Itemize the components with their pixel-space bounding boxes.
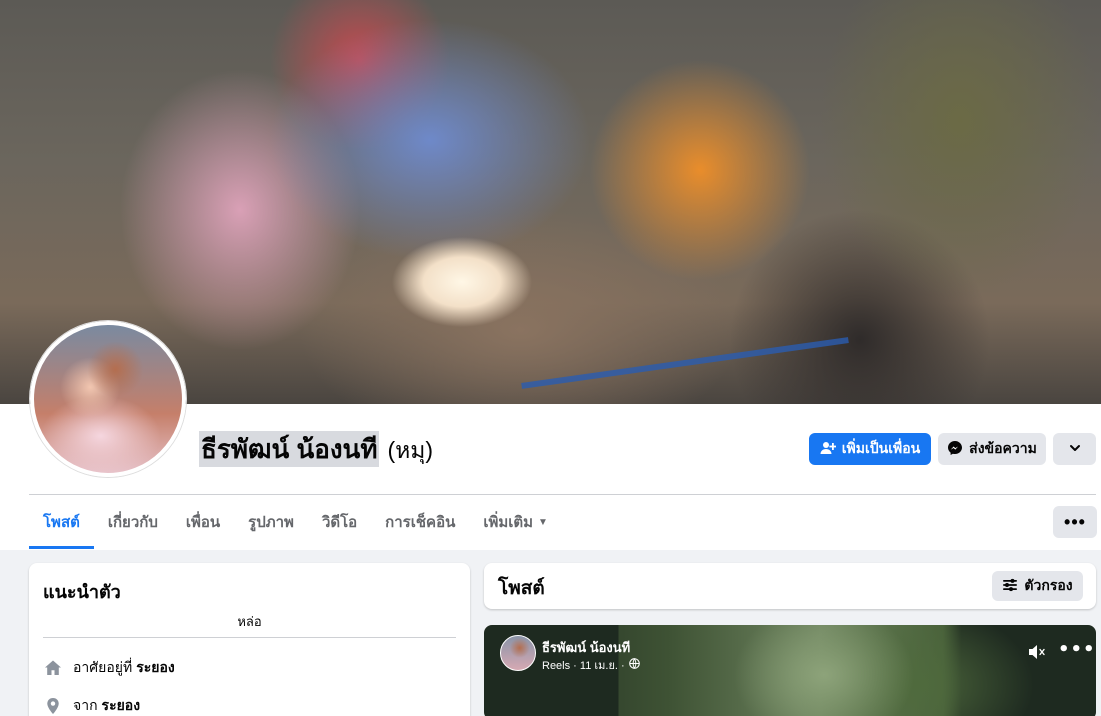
reel-post[interactable]: ธีรพัฒน์ น้องนที Reels · 11 เม.ย. · ••• <box>484 625 1096 716</box>
intro-card: แนะนำตัว หล่อ อาศัยอยู่ที่ ระยอง จาก ระย… <box>29 563 470 716</box>
intro-title: แนะนำตัว <box>43 582 121 602</box>
from-value[interactable]: ระยอง <box>102 695 141 716</box>
tab-checkins[interactable]: การเช็คอิน <box>371 495 469 549</box>
cover-detail <box>521 337 849 389</box>
filter-button[interactable]: ตัวกรอง <box>992 571 1083 601</box>
profile-name: ธีรพัฒน์ น้องนที <box>199 431 380 467</box>
location-pin-icon <box>43 696 63 716</box>
ellipsis-icon: ••• <box>1064 512 1086 532</box>
lives-in-prefix: อาศัยอยู่ที่ <box>73 659 133 675</box>
intro-divider <box>43 637 456 638</box>
from-row: จาก ระยอง <box>43 695 140 716</box>
tab-friends[interactable]: เพื่อน <box>172 495 234 549</box>
tab-about[interactable]: เกี่ยวกับ <box>94 495 172 549</box>
tab-label: วิดีโอ <box>321 514 358 531</box>
posts-header-card: โพสต์ ตัวกรอง <box>484 563 1096 609</box>
from-prefix: จาก <box>73 697 98 713</box>
add-friend-label: เพิ่มเป็นเพื่อน <box>841 440 921 456</box>
add-friend-button[interactable]: เพิ่มเป็นเพื่อน <box>809 433 931 465</box>
message-button[interactable]: ส่งข้อความ <box>938 433 1046 465</box>
posts-title: โพสต์ <box>498 578 545 599</box>
tab-photos[interactable]: รูปภาพ <box>234 495 308 549</box>
profile-avatar[interactable] <box>30 321 186 477</box>
tab-label: เพื่อน <box>185 514 221 531</box>
add-friend-icon <box>820 440 837 459</box>
cover-photo[interactable] <box>0 0 1101 404</box>
tab-label: เกี่ยวกับ <box>107 514 158 531</box>
home-icon <box>43 658 63 678</box>
tab-label: โพสต์ <box>43 514 80 531</box>
tab-label: รูปภาพ <box>248 514 294 531</box>
profile-alternate-name: (หมุ) <box>387 437 434 463</box>
profile-options-button[interactable] <box>1053 433 1096 465</box>
reel-meta-text: Reels · 11 เม.ย. · <box>542 660 625 672</box>
mute-icon[interactable] <box>1027 643 1047 665</box>
tab-more[interactable]: เพิ่มเติม ▼ <box>469 495 562 549</box>
reel-meta: Reels · 11 เม.ย. · <box>542 656 640 674</box>
tab-label: การเช็คอิน <box>385 514 456 531</box>
tab-videos[interactable]: วิดีโอ <box>308 495 371 549</box>
chevron-down-icon <box>1068 441 1082 458</box>
messenger-icon <box>947 440 963 459</box>
lives-in-value[interactable]: ระยอง <box>136 657 175 679</box>
caret-down-icon: ▼ <box>538 516 548 528</box>
tab-posts[interactable]: โพสต์ <box>29 495 94 549</box>
profile-tabs: โพสต์ เกี่ยวกับ เพื่อน รูปภาพ วิดีโอ การ… <box>29 495 562 549</box>
reel-author-name[interactable]: ธีรพัฒน์ น้องนที <box>542 637 630 658</box>
reel-author-avatar[interactable] <box>500 635 536 671</box>
reel-more-icon[interactable]: ••• <box>1058 641 1096 659</box>
globe-icon <box>628 658 640 672</box>
lives-in-row: อาศัยอยู่ที่ ระยอง <box>43 657 175 679</box>
filter-icon <box>1002 577 1018 596</box>
intro-bio: หล่อ <box>237 614 262 629</box>
more-options-button[interactable]: ••• <box>1053 506 1097 538</box>
profile-name-block: ธีรพัฒน์ น้องนที (หมุ) <box>199 431 433 469</box>
tab-label: เพิ่มเติม <box>483 514 534 531</box>
filter-label: ตัวกรอง <box>1024 577 1073 593</box>
message-label: ส่งข้อความ <box>969 440 1037 456</box>
